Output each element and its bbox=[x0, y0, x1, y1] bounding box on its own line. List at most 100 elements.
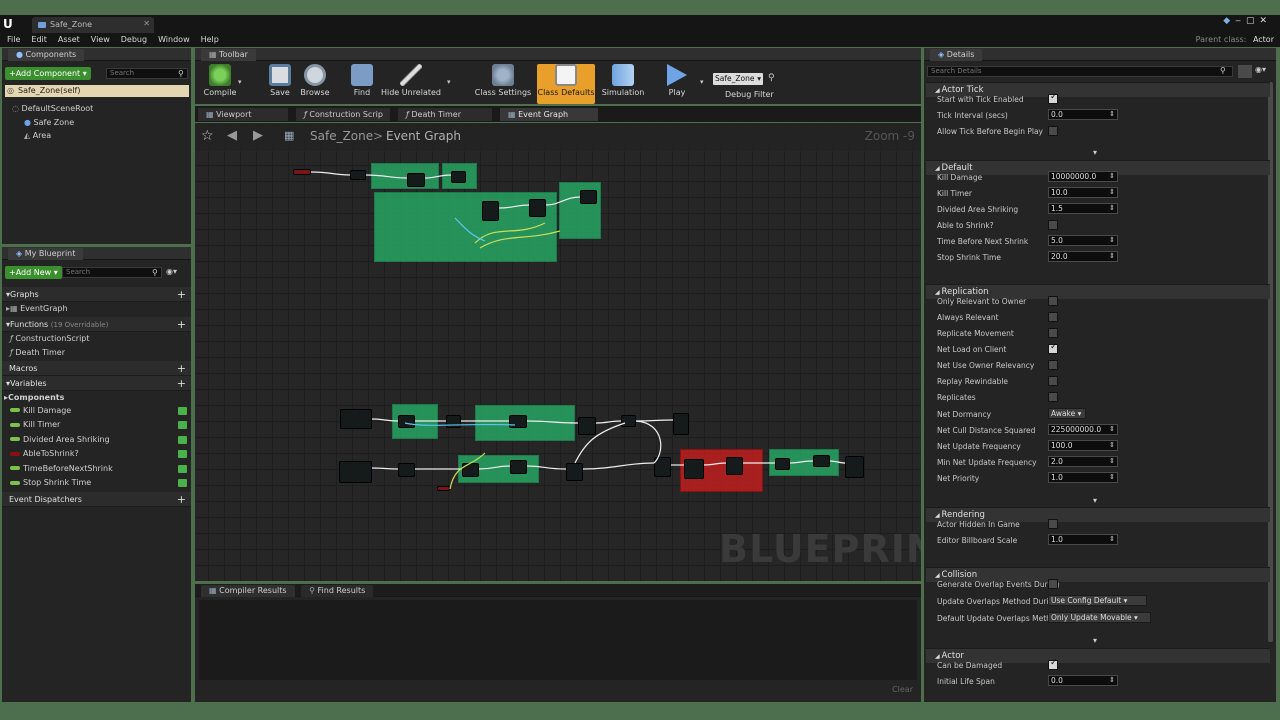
variable-item[interactable]: Kill Damage bbox=[2, 404, 191, 419]
tree-item-area[interactable]: ◭ Area bbox=[24, 129, 51, 142]
menu-item-window[interactable]: Window bbox=[158, 35, 190, 44]
compile-options-icon[interactable]: ▾ bbox=[238, 78, 242, 86]
clear-button[interactable]: Clear bbox=[892, 685, 913, 694]
property-number-input[interactable]: 5.0 bbox=[1048, 235, 1118, 246]
event-dispatchers-section[interactable]: Event Dispatchers + bbox=[2, 491, 191, 507]
browse-button[interactable]: Browse bbox=[292, 64, 338, 102]
visibility-eye-icon[interactable] bbox=[178, 464, 187, 473]
parent-class-link[interactable]: Actor bbox=[1253, 35, 1274, 44]
tab-viewport[interactable]: ▦ Viewport bbox=[198, 108, 288, 121]
tree-item-safe-zone[interactable]: ● Safe Zone bbox=[24, 116, 74, 129]
debug-search-icon[interactable]: ⚲ bbox=[768, 73, 775, 83]
variable-item[interactable]: Kill Timer bbox=[2, 418, 191, 433]
tab-construction-script[interactable]: ƒ Construction Scrip bbox=[296, 108, 390, 121]
menu-item-file[interactable]: File bbox=[7, 35, 20, 44]
property-dropdown[interactable]: Only Update Movable ▾ bbox=[1048, 612, 1152, 623]
property-number-input[interactable]: 10.0 bbox=[1048, 187, 1118, 198]
play-button[interactable]: Play bbox=[654, 64, 700, 102]
tab-compiler-results[interactable]: ▦ Compiler Results bbox=[201, 585, 295, 597]
add-new-button[interactable]: +Add New ▾ bbox=[5, 266, 62, 279]
property-number-input[interactable]: 0.0 bbox=[1048, 675, 1118, 686]
property-number-input[interactable]: 1.0 bbox=[1048, 534, 1118, 545]
eye-icon[interactable]: ◉▾ bbox=[166, 267, 177, 276]
details-search-input[interactable]: Search Details bbox=[927, 66, 1233, 77]
property-checkbox[interactable] bbox=[1048, 579, 1058, 589]
compile-button[interactable]: Compile bbox=[197, 64, 243, 102]
unreal-logo-icon[interactable]: U bbox=[3, 17, 13, 31]
maximize-icon[interactable]: ▢ bbox=[1246, 16, 1260, 26]
eye-icon[interactable]: ◉▾ bbox=[1255, 65, 1266, 74]
property-number-input[interactable]: 100.0 bbox=[1048, 440, 1118, 451]
tab-event-graph[interactable]: ▦ Event Graph bbox=[500, 108, 598, 121]
play-options-icon[interactable]: ▾ bbox=[700, 78, 704, 86]
menu-item-debug[interactable]: Debug bbox=[121, 35, 147, 44]
find-button[interactable]: Find bbox=[339, 64, 385, 102]
minimize-icon[interactable]: ‒ bbox=[1235, 16, 1246, 26]
menu-item-asset[interactable]: Asset bbox=[58, 35, 80, 44]
property-number-input[interactable]: 1.5 bbox=[1048, 203, 1118, 214]
add-macro-icon[interactable]: + bbox=[177, 361, 186, 376]
function-item-death-timer[interactable]: ƒ Death Timer bbox=[2, 346, 191, 361]
variables-components-group[interactable]: ▸Components bbox=[2, 391, 191, 404]
variable-item[interactable]: AbleToShrink? bbox=[2, 447, 191, 462]
property-number-input[interactable]: 0.0 bbox=[1048, 109, 1118, 120]
class-settings-button[interactable]: Class Settings bbox=[474, 64, 532, 102]
self-item[interactable]: ◎ Safe_Zone(self) bbox=[5, 85, 189, 97]
variable-item[interactable]: TimeBeforeNextShrink bbox=[2, 462, 191, 477]
notification-icon[interactable]: ◆ bbox=[1223, 16, 1235, 26]
tab-death-timer[interactable]: ƒ Death Timer bbox=[398, 108, 492, 121]
visibility-eye-icon[interactable] bbox=[178, 450, 187, 458]
menu-item-help[interactable]: Help bbox=[201, 35, 219, 44]
visibility-eye-icon[interactable] bbox=[178, 479, 187, 487]
close-tab-icon[interactable]: ✕ bbox=[143, 19, 150, 28]
menu-item-view[interactable]: View bbox=[91, 35, 110, 44]
expand-advanced-icon[interactable]: ▾ bbox=[1093, 636, 1097, 645]
expand-advanced-icon[interactable]: ▾ bbox=[1093, 496, 1097, 505]
property-checkbox[interactable] bbox=[1048, 312, 1058, 322]
graph-item-eventgraph[interactable]: ▸▦ EventGraph bbox=[2, 302, 191, 317]
property-checkbox[interactable] bbox=[1048, 220, 1058, 230]
tab-find-results[interactable]: ⚲ Find Results bbox=[301, 585, 374, 597]
add-dispatcher-icon[interactable]: + bbox=[177, 492, 186, 507]
graph-canvas[interactable]: ☆ ◀ ▶ ▦ Safe_Zone > Event Graph Zoom -9 bbox=[195, 123, 921, 581]
function-item-constructionscript[interactable]: ƒ ConstructionScript bbox=[2, 332, 191, 347]
variables-section[interactable]: ▾Variables + bbox=[2, 375, 191, 391]
debug-object-select[interactable]: Safe_Zone ▾ bbox=[713, 73, 763, 85]
property-number-input[interactable]: 20.0 bbox=[1048, 251, 1118, 262]
property-checkbox[interactable] bbox=[1048, 92, 1058, 104]
property-checkbox[interactable] bbox=[1048, 392, 1058, 402]
class-defaults-button[interactable]: Class Defaults bbox=[537, 64, 595, 104]
property-dropdown[interactable]: Awake ▾ bbox=[1048, 408, 1086, 419]
graphs-section[interactable]: ▾Graphs + bbox=[2, 287, 191, 302]
blueprint-search-input[interactable]: Search bbox=[62, 267, 162, 278]
add-variable-icon[interactable]: + bbox=[177, 376, 186, 391]
property-number-input[interactable]: 10000000.0 bbox=[1048, 171, 1118, 182]
property-checkbox[interactable] bbox=[1048, 328, 1058, 338]
visibility-eye-icon[interactable] bbox=[178, 406, 187, 415]
add-component-button[interactable]: +Add Component ▾ bbox=[5, 67, 91, 80]
property-checkbox[interactable] bbox=[1048, 342, 1058, 354]
add-function-icon[interactable]: + bbox=[177, 317, 186, 332]
property-dropdown[interactable]: Use Config Default ▾ bbox=[1048, 595, 1147, 606]
variable-item[interactable]: Divided Area Shriking bbox=[2, 433, 191, 448]
visibility-eye-icon[interactable] bbox=[178, 435, 187, 444]
simulation-button[interactable]: Simulation bbox=[600, 64, 646, 102]
property-checkbox[interactable] bbox=[1048, 519, 1058, 529]
visibility-eye-icon[interactable] bbox=[178, 421, 187, 429]
expand-advanced-icon[interactable]: ▾ bbox=[1093, 148, 1097, 157]
hide-unrelated-options-icon[interactable]: ▾ bbox=[447, 78, 451, 86]
variable-item[interactable]: Stop Shrink Time bbox=[2, 476, 191, 491]
property-number-input[interactable]: 1.0 bbox=[1048, 472, 1118, 483]
view-options-icon[interactable] bbox=[1238, 65, 1252, 78]
property-number-input[interactable]: 225000000.0 bbox=[1048, 424, 1118, 435]
property-number-input[interactable]: 2.0 bbox=[1048, 456, 1118, 467]
macros-section[interactable]: Macros + bbox=[2, 360, 191, 376]
property-checkbox[interactable] bbox=[1048, 126, 1058, 136]
property-checkbox[interactable] bbox=[1048, 376, 1058, 386]
property-checkbox[interactable] bbox=[1048, 658, 1058, 670]
menu-item-edit[interactable]: Edit bbox=[31, 35, 47, 44]
property-checkbox[interactable] bbox=[1048, 296, 1058, 306]
tree-item-default-scene-root[interactable]: ◌ DefaultSceneRoot bbox=[12, 102, 93, 115]
add-graph-icon[interactable]: + bbox=[177, 287, 186, 302]
hide-unrelated-button[interactable]: Hide Unrelated bbox=[380, 64, 442, 102]
